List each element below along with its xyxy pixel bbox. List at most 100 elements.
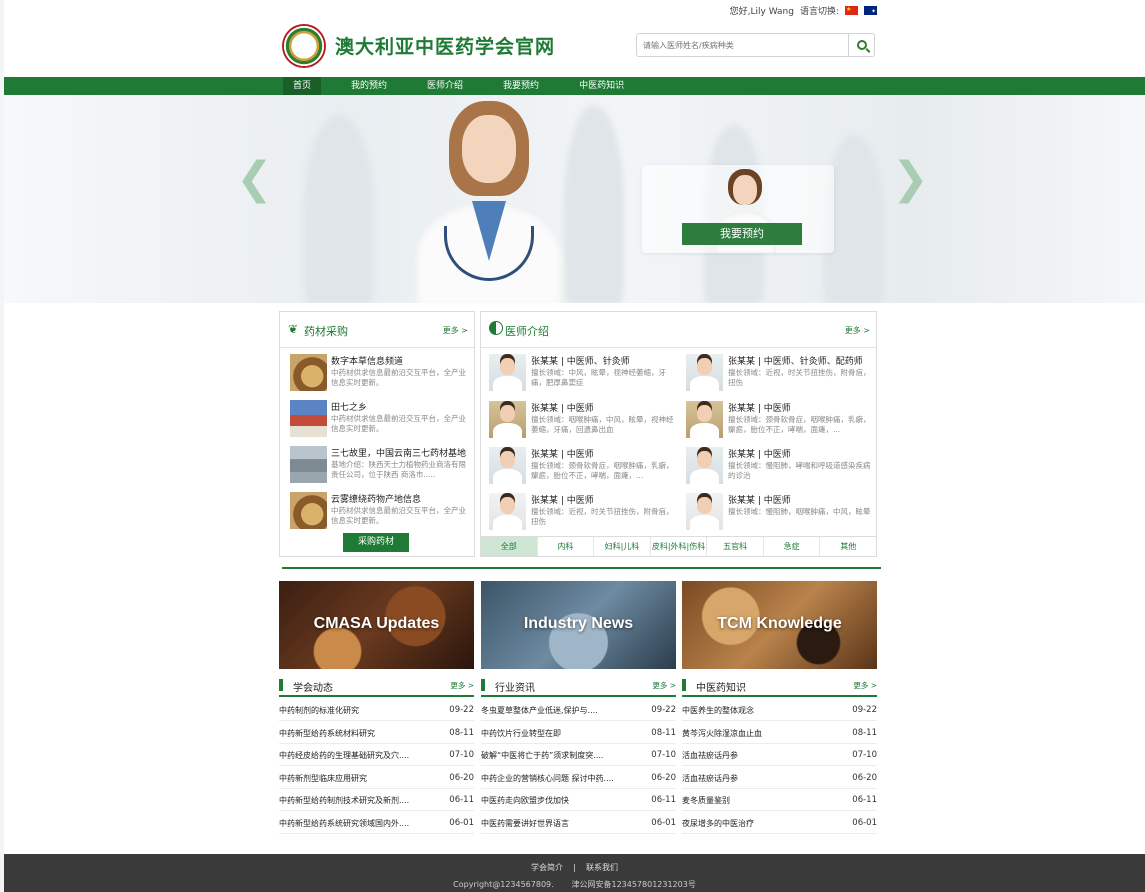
news-title: 黄芩泻火除湿凉血止血 [682, 728, 762, 738]
news-item[interactable]: 中药经皮给药的生理基础研究及穴.... 07-10 [279, 744, 474, 767]
column-more-link[interactable]: 更多 > [853, 680, 877, 691]
doctor-name: 张某某 | 中医师 [531, 450, 594, 460]
cmasa-updates-card[interactable]: CMASA Updates [279, 581, 474, 669]
book-now-button[interactable]: 我要预约 [682, 223, 802, 245]
search-input[interactable] [637, 34, 848, 56]
news-item[interactable]: 中药饮片行业转型在即 08-11 [481, 722, 676, 744]
news-date: 07-10 [852, 750, 877, 761]
nav-item-home[interactable]: 首页 [283, 77, 322, 95]
doctor-name: 张某某 | 中医师 [728, 404, 791, 414]
news-date: 09-22 [651, 705, 676, 715]
next-arrow-icon[interactable]: ❯ [892, 153, 929, 204]
doctor-item[interactable]: 张某某 | 中医师 擅长领域：慢阻肺，咽喉肿痛，中风，眩晕 [686, 493, 876, 535]
column-header-knowledge: 中医药知识 更多 > [682, 677, 877, 697]
nav-item-doctors[interactable]: 医师介绍 [417, 77, 473, 95]
news-item[interactable]: 中医药走向欧盟步伐加快 06-11 [481, 789, 676, 812]
search-button[interactable] [848, 34, 874, 56]
doctor-item[interactable]: 张某某 | 中医师 擅长领域：慢阻肺，哮喘和呼吸道感染疾病的诊治 [686, 447, 876, 489]
nav-item-book[interactable]: 我要预约 [493, 77, 549, 95]
news-title: 中医养生的整体观念 [682, 706, 754, 715]
news-title: 中药经皮给药的生理基础研究及穴.... [279, 751, 410, 761]
news-title: 中药制剂的标准化研究 [279, 706, 359, 715]
news-item[interactable]: 黄芩泻火除湿凉血止血 08-11 [682, 722, 877, 744]
user-greeting[interactable]: 您好,Lily Wang [730, 4, 794, 17]
news-date: 08-11 [651, 727, 676, 738]
doctors-panel-title: 医师介绍 [505, 325, 549, 338]
news-date: 06-01 [651, 818, 676, 828]
tab-all[interactable]: 全部 [481, 537, 538, 556]
news-item[interactable]: 麦冬质量鉴别 06-11 [682, 789, 877, 812]
news-item[interactable]: 活血祛瘀话丹参 06-20 [682, 767, 877, 789]
tab-other[interactable]: 其他 [820, 537, 876, 556]
news-item[interactable]: 冬虫夏草整体产业低迷,保护与.... 09-22 [481, 699, 676, 721]
news-item[interactable]: 活血祛瘀话丹参 07-10 [682, 744, 877, 767]
doctor-item[interactable]: 张某某 | 中医师 擅长领域：咽喉肿痛，中风，眩晕，视神经萎缩，牙痛，回遗鼻出血 [489, 401, 679, 443]
news-item[interactable]: 中医药需要讲好世界语言 06-01 [481, 812, 676, 834]
column-title: 中医药知识 [696, 683, 746, 694]
doctors-more-link[interactable]: 更多 > [845, 325, 870, 336]
column-more-link[interactable]: 更多 > [450, 680, 474, 691]
footer-link-about[interactable]: 学会简介 [531, 863, 563, 872]
tab-derm-surg[interactable]: 皮科|外科|伤科 [651, 537, 708, 556]
main-nav: 首页 我的预约 医师介绍 我要预约 中医药知识 [4, 77, 1145, 95]
tab-ent[interactable]: 五官科 [707, 537, 764, 556]
icp-text: 津公网安备123457801231203号 [571, 880, 696, 889]
news-date: 06-11 [449, 795, 474, 806]
cn-flag-icon[interactable] [845, 6, 858, 15]
doctor-specialty: 擅长领域：颈骨软骨症，咽喉肿痛，乳癖，瘰疬，胎位不正，哮喘，面瘫，... [531, 461, 674, 480]
herb-more-link[interactable]: 更多 > [443, 325, 468, 336]
tab-gyn-ped[interactable]: 妇科|儿科 [594, 537, 651, 556]
doctor-photo [686, 447, 723, 484]
news-title: 麦冬质量鉴别 [682, 796, 730, 806]
herb-desc: 中药材供求信息最前沿交互平台，全产业信息实时更新。 [331, 506, 466, 525]
herb-name: 三七故里，中国云南三七药材基地 [331, 449, 467, 459]
au-flag-icon[interactable] [864, 6, 877, 15]
booking-promo: 我要预约 [642, 165, 834, 253]
herb-item[interactable]: 云雾缭绕药物产地信息 中药材供求信息最前沿交互平台，全产业信息实时更新。 [290, 492, 470, 532]
footer-link-contact[interactable]: 联系我们 [586, 863, 618, 872]
column-marker [682, 679, 686, 691]
column-more-link[interactable]: 更多 > [652, 680, 676, 691]
tcm-knowledge-card[interactable]: TCM Knowledge [682, 581, 877, 669]
banner-doctor-image [404, 101, 574, 303]
buy-herbs-button[interactable]: 采购药材 [343, 533, 409, 552]
nav-item-my-appointments[interactable]: 我的预约 [341, 77, 397, 95]
doctor-item[interactable]: 张某某 | 中医师 擅长领域：颈骨软骨症，咽喉肿痛，乳癖，瘰疬，胎位不正，哮喘，… [489, 447, 679, 489]
doctor-item[interactable]: 张某某 | 中医师 擅长领域：近视，时关节扭挫伤，附骨疽，扭伤 [489, 493, 679, 535]
herb-name: 云雾缭绕药物产地信息 [331, 495, 422, 505]
language-label: 语言切换: [799, 7, 839, 17]
news-item[interactable]: 夜尿增多的中医治疗 06-01 [682, 812, 877, 834]
news-title: 夜尿增多的中医治疗 [682, 819, 754, 828]
news-title: 中药新型给药系统研究领域国内外.... [279, 819, 410, 828]
news-item[interactable]: 中药新剂型临床应用研究 06-20 [279, 767, 474, 789]
herb-item[interactable]: 数字本草信息频道 中药材供求信息最前沿交互平台，全产业信息实时更新。 [290, 354, 470, 394]
news-item[interactable]: 中医养生的整体观念 09-22 [682, 699, 877, 721]
news-item[interactable]: 中药企业的营销核心问题 探讨中药.... 06-20 [481, 767, 676, 789]
news-item[interactable]: 中药新型给药系统研究领域国内外.... 06-01 [279, 812, 474, 834]
news-title: 冬虫夏草整体产业低迷,保护与.... [481, 706, 598, 715]
column-header-industry: 行业资讯 更多 > [481, 677, 676, 697]
tab-emergency[interactable]: 急症 [764, 537, 821, 556]
news-item[interactable]: 破解“中医将亡于药”须求制度突.... 07-10 [481, 744, 676, 767]
news-item[interactable]: 中药制剂的标准化研究 09-22 [279, 699, 474, 721]
news-title: 活血祛瘀话丹参 [682, 773, 738, 783]
tab-internal[interactable]: 内科 [538, 537, 595, 556]
doctor-photo [489, 401, 526, 438]
doctor-item[interactable]: 张某某 | 中医师 擅长领域：颈骨软骨症，咽喉肿痛，乳癖，瘰疬，胎位不正，哮喘，… [686, 401, 876, 443]
news-date: 07-10 [449, 750, 474, 761]
doctor-item[interactable]: 张某某 | 中医师、针灸师、配药师 擅长领域：近视，时关节扭挫伤，附骨疽，扭伤 [686, 354, 876, 396]
prev-arrow-icon[interactable]: ❮ [236, 153, 273, 204]
news-item[interactable]: 中药新型给药系统材料研究 08-11 [279, 722, 474, 744]
herb-desc: 基地介绍：陕西天士力植物药业商洛有限责任公司，位于陕西 商洛市..... [331, 460, 466, 479]
footer-separator: | [573, 863, 576, 872]
herb-item[interactable]: 三七故里，中国云南三七药材基地 基地介绍：陕西天士力植物药业商洛有限责任公司，位… [290, 446, 470, 486]
herb-item[interactable]: 田七之乡 中药材供求信息最前沿交互平台，全产业信息实时更新。 [290, 400, 470, 440]
doctor-item[interactable]: 张某某 | 中医师、针灸师 擅长领域：中风，眩晕，视神经萎缩，牙痛，肥厚鼻窦症 [489, 354, 679, 396]
search-icon [856, 40, 867, 50]
doctor-specialty: 擅长领域：近视，时关节扭挫伤，附骨疽，扭伤 [728, 368, 871, 387]
nav-item-tcm-knowledge[interactable]: 中医药知识 [569, 77, 634, 95]
industry-news-card[interactable]: Industry News [481, 581, 676, 669]
doctor-name: 张某某 | 中医师 [728, 496, 791, 506]
society-logo[interactable] [282, 24, 326, 68]
news-item[interactable]: 中药新型给药制剂技术研究及新剂.... 06-11 [279, 789, 474, 812]
